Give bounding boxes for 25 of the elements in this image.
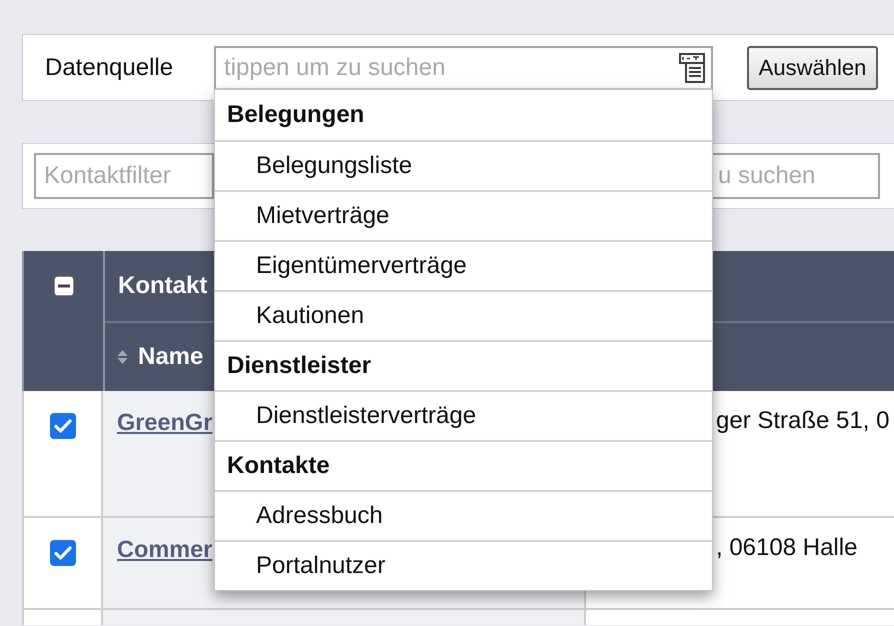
dropdown-option[interactable]: Eigentümerverträge bbox=[215, 240, 712, 290]
contact-name-link[interactable]: GreenGr bbox=[117, 409, 212, 435]
contact-name-link[interactable]: Commer bbox=[117, 536, 212, 562]
address-text: ger Straße 51, 0 bbox=[716, 407, 890, 434]
list-icon[interactable] bbox=[679, 52, 705, 82]
contact-filter-input[interactable]: Kontaktfilter bbox=[34, 153, 214, 199]
dropdown-option[interactable]: Belegungsliste bbox=[215, 140, 712, 190]
dropdown-option[interactable]: Dienstleisterverträge bbox=[215, 390, 712, 440]
select-all-checkbox[interactable] bbox=[52, 275, 74, 297]
select-button[interactable]: Auswählen bbox=[747, 46, 878, 90]
checkbox[interactable] bbox=[50, 540, 76, 566]
search-input[interactable]: u suchen bbox=[713, 153, 880, 199]
dropdown-option[interactable]: Mietverträge bbox=[215, 190, 712, 240]
dropdown-group-header: Belegungen bbox=[226, 100, 366, 130]
address-text: , 06108 Halle bbox=[716, 534, 858, 561]
field-label: Datenquelle bbox=[44, 54, 174, 82]
sort-icon[interactable] bbox=[117, 349, 128, 365]
search-field[interactable]: tippen um zu suchen bbox=[214, 46, 713, 90]
dropdown-option[interactable]: Adressbuch bbox=[215, 490, 712, 540]
column-header[interactable]: Name bbox=[117, 343, 204, 371]
dropdown-group-header: Dienstleister bbox=[215, 340, 712, 390]
column-group-header: Kontakt bbox=[118, 272, 208, 300]
dropdown-option[interactable]: Kautionen bbox=[215, 290, 712, 340]
checkbox[interactable] bbox=[50, 413, 76, 439]
dropdown-group-header: Kontakte bbox=[215, 440, 712, 490]
